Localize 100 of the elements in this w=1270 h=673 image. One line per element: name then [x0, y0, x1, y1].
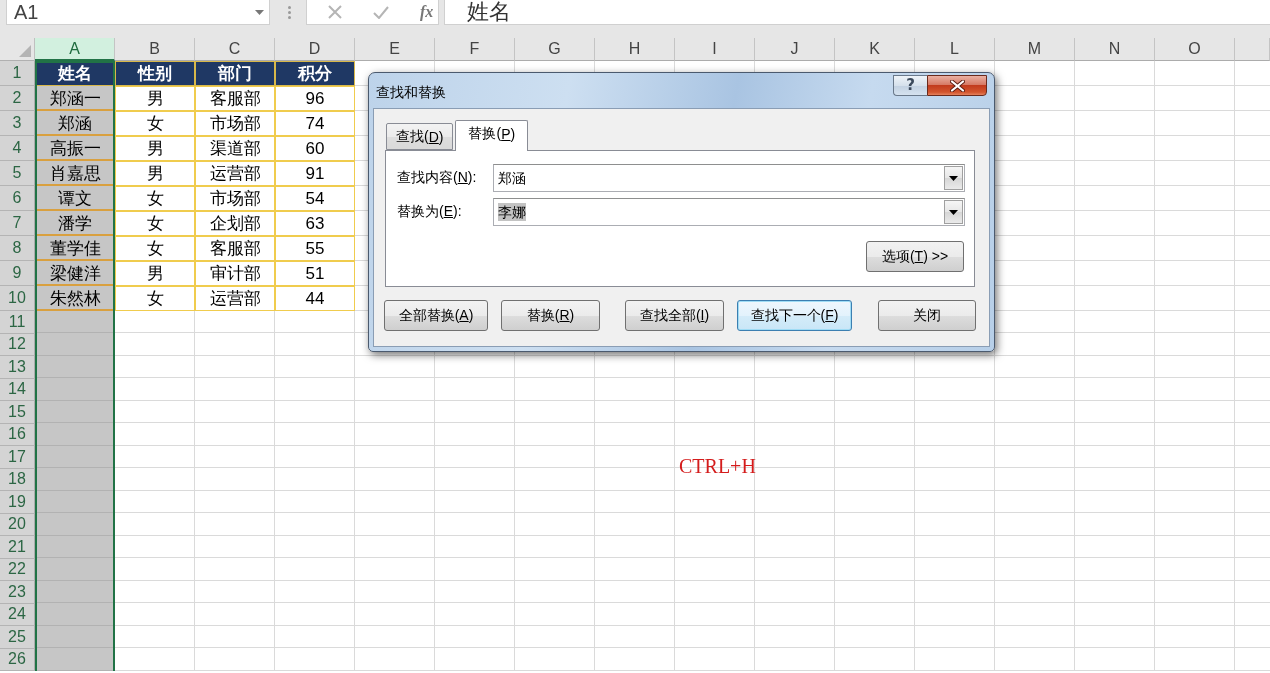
field-label: 替换为(E):	[397, 203, 463, 221]
dropdown-button[interactable]	[944, 200, 963, 224]
table-cell: 客服部	[195, 236, 275, 261]
corner-triangle-icon	[19, 45, 31, 57]
column-header[interactable]: E	[355, 38, 435, 61]
grip-icon[interactable]	[288, 6, 291, 19]
check-icon[interactable]	[373, 5, 389, 19]
row-header[interactable]: 6	[0, 186, 35, 211]
column-header[interactable]: J	[755, 38, 835, 61]
table-cell: 54	[275, 186, 355, 211]
table-cell: 市场部	[195, 111, 275, 136]
caret-down-icon[interactable]	[255, 9, 264, 15]
table-cell: 女	[115, 286, 195, 311]
tab[interactable]: 替换(P)	[455, 120, 529, 151]
row-header[interactable]: 3	[0, 111, 35, 136]
table-cell: 74	[275, 111, 355, 136]
row-header[interactable]: 26	[0, 648, 35, 671]
row-header[interactable]: 12	[0, 333, 35, 356]
table-cell: 潘学	[35, 211, 115, 236]
column-header[interactable]: K	[835, 38, 915, 61]
row-header[interactable]: 19	[0, 491, 35, 514]
table-header-cell: 部门	[195, 61, 275, 86]
column-header[interactable]: F	[435, 38, 515, 61]
find-next-button[interactable]: 查找下一个(F)	[737, 300, 852, 331]
row-header[interactable]: 16	[0, 423, 35, 446]
column-header[interactable]: C	[195, 38, 275, 61]
table-cell: 男	[115, 261, 195, 286]
row-header[interactable]: 15	[0, 401, 35, 424]
field-value: 李娜	[498, 203, 526, 221]
row-header[interactable]: 23	[0, 581, 35, 604]
dialog-title: 查找和替换	[375, 83, 447, 102]
table-header-cell: 积分	[275, 61, 355, 86]
row-header[interactable]: 1	[0, 61, 35, 86]
row-header[interactable]: 17	[0, 446, 35, 469]
column-header[interactable]: H	[595, 38, 675, 61]
row-header[interactable]: 2	[0, 86, 35, 111]
annotation-text: CTRL+H	[679, 455, 756, 476]
column-header[interactable]: D	[275, 38, 355, 61]
row-header[interactable]: 20	[0, 513, 35, 536]
column-header[interactable]	[1235, 38, 1270, 61]
table-cell: 谭文	[35, 186, 115, 211]
column-header[interactable]: N	[1075, 38, 1155, 61]
row-header[interactable]: 18	[0, 468, 35, 491]
table-cell: 女	[115, 236, 195, 261]
row-header[interactable]: 13	[0, 356, 35, 379]
find-all-button[interactable]: 查找全部(I)	[625, 300, 724, 331]
caret-down-icon	[949, 175, 958, 181]
table-header-cell: 性别	[115, 61, 195, 86]
dropdown-button[interactable]	[944, 166, 963, 190]
row-header[interactable]: 24	[0, 603, 35, 626]
row-header[interactable]: 21	[0, 536, 35, 559]
field-label: 查找内容(N):	[397, 169, 478, 187]
column-header[interactable]: M	[995, 38, 1075, 61]
table-cell: 市场部	[195, 186, 275, 211]
table-cell: 郑涵一	[35, 86, 115, 111]
table-cell: 审计部	[195, 261, 275, 286]
table-cell: 董学佳	[35, 236, 115, 261]
column-header[interactable]: L	[915, 38, 995, 61]
help-button[interactable]: ?	[893, 75, 927, 96]
table-cell: 44	[275, 286, 355, 311]
cancel-icon[interactable]	[328, 5, 342, 19]
table-cell: 55	[275, 236, 355, 261]
table-cell: 运营部	[195, 286, 275, 311]
combo-box[interactable]: 李娜	[493, 198, 965, 226]
column-header[interactable]: A	[35, 38, 115, 61]
row-header[interactable]: 10	[0, 286, 35, 311]
select-all-corner[interactable]	[0, 38, 35, 61]
table-cell: 朱然林	[35, 286, 115, 311]
table-cell: 63	[275, 211, 355, 236]
close-icon	[949, 79, 965, 92]
table-cell: 郑涵	[35, 111, 115, 136]
column-header[interactable]: G	[515, 38, 595, 61]
table-cell: 高振一	[35, 136, 115, 161]
row-header[interactable]: 22	[0, 558, 35, 581]
table-cell: 客服部	[195, 86, 275, 111]
replace-all-button[interactable]: 全部替换(A)	[384, 300, 488, 331]
row-header[interactable]: 5	[0, 161, 35, 186]
row-header[interactable]: 7	[0, 211, 35, 236]
row-header[interactable]: 14	[0, 378, 35, 401]
row-header[interactable]: 4	[0, 136, 35, 161]
table-cell: 女	[115, 186, 195, 211]
column-header[interactable]: I	[675, 38, 755, 61]
row-header[interactable]: 8	[0, 236, 35, 261]
formula-field[interactable]: 姓名	[444, 0, 1270, 25]
window-close-button[interactable]	[927, 75, 987, 96]
options-button[interactable]: 选项(T) >>	[866, 241, 964, 272]
row-header[interactable]: 11	[0, 311, 35, 334]
column-header[interactable]: O	[1155, 38, 1235, 61]
insert-function-button[interactable]: fx	[420, 2, 434, 22]
close-dialog-button[interactable]: 关闭	[878, 300, 976, 331]
tab[interactable]: 查找(D)	[386, 123, 454, 150]
row-header[interactable]: 9	[0, 261, 35, 286]
combo-box[interactable]: 郑涵	[493, 164, 965, 192]
column-header[interactable]: B	[115, 38, 195, 61]
replace-button[interactable]: 替换(R)	[501, 300, 600, 331]
table-cell: 梁健洋	[35, 261, 115, 286]
row-header[interactable]: 25	[0, 626, 35, 649]
table-cell: 运营部	[195, 161, 275, 186]
name-box[interactable]: A1	[6, 0, 270, 25]
field-value: 郑涵	[498, 169, 526, 187]
